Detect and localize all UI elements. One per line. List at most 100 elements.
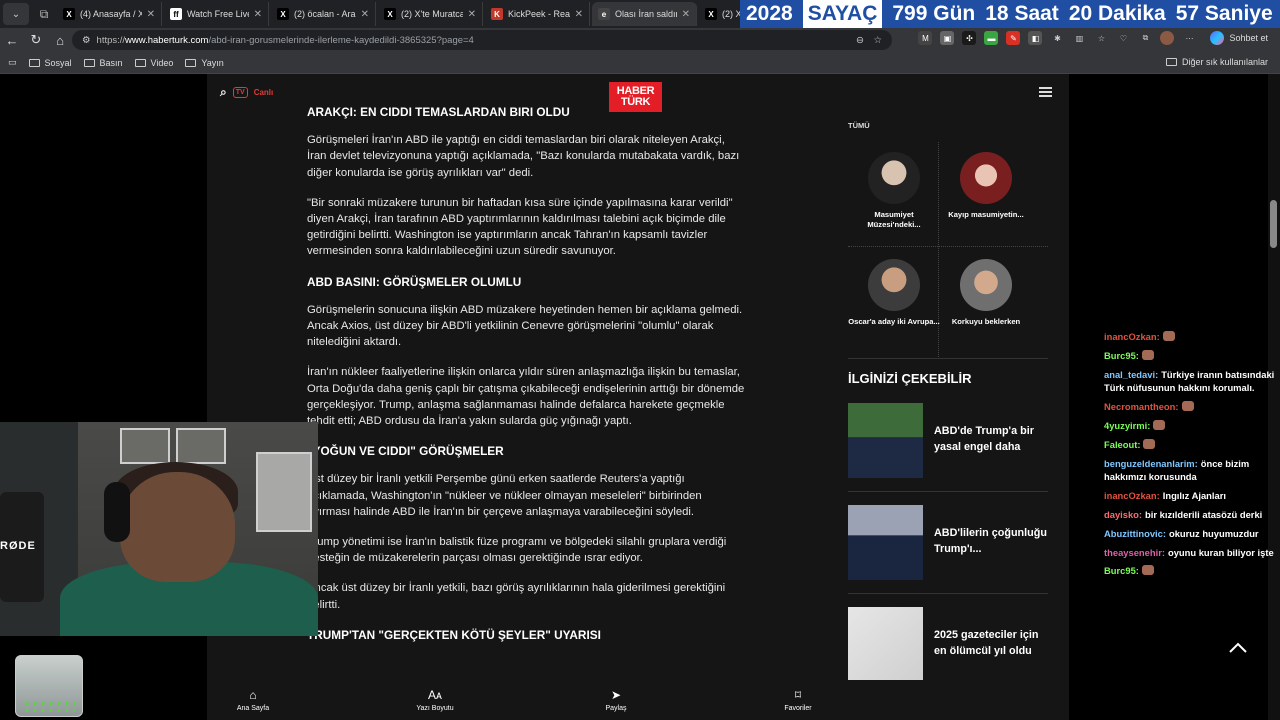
nav-label: Favoriler — [784, 705, 812, 712]
article-body: ARAKÇI: EN CIDDI TEMASLARDAN BIRI OLDU G… — [307, 104, 747, 655]
extension-icon[interactable]: ▣ — [940, 31, 955, 45]
close-tab-icon[interactable]: ✕ — [254, 9, 262, 20]
home-icon: ⌂ — [249, 688, 257, 702]
bookmark-folder-sosyal[interactable]: Sosyal — [28, 58, 72, 68]
search-icon[interactable]: ⌕ — [220, 85, 227, 100]
address-toolbar: ← ↻ ⌂ ⚙ https://www.haberturk.com/abd-ir… — [0, 28, 1280, 52]
chat-emote-icon — [1181, 401, 1194, 412]
browser-tab[interactable]: X (2) öcalan - Arama / ✕ — [271, 2, 376, 26]
chat-username[interactable]: inancOzkan: — [1104, 331, 1160, 342]
extension-icon[interactable]: ✣ — [962, 31, 977, 45]
browser-tab[interactable]: ff Watch Free Live ✕ — [164, 2, 269, 26]
extension-icon[interactable]: M — [918, 31, 933, 45]
x-logo-icon: X — [63, 8, 75, 20]
bookmarks-toggle-icon[interactable]: ▭ — [8, 57, 17, 68]
close-tab-icon[interactable]: ✕ — [361, 9, 369, 20]
scrollbar-thumb[interactable] — [1270, 200, 1277, 248]
tv-icon[interactable]: TV — [232, 87, 248, 98]
chat-username[interactable]: anal_tedavi: — [1104, 369, 1158, 380]
chat-username[interactable]: Burc95: — [1104, 565, 1139, 576]
author-photo — [960, 152, 1012, 204]
favorites-icon[interactable]: ☆ — [1094, 31, 1108, 45]
tab-actions-menu-button[interactable]: ⌄ — [3, 3, 29, 25]
divider — [848, 358, 1048, 359]
news-thumbnail — [848, 403, 923, 478]
chat-text: oyunu kuran biliyor işte — [1167, 546, 1274, 558]
microphone-brand: RØDE — [0, 540, 36, 552]
browser-tab[interactable]: X (4) Anasayfa / X ✕ — [57, 2, 162, 26]
back-button[interactable]: ← — [0, 28, 24, 52]
wall-frame — [176, 428, 226, 464]
url-scheme: https:// — [96, 34, 126, 46]
collections-icon[interactable]: ⧉ — [1138, 31, 1152, 45]
news-item[interactable]: 2025 gazeteciler için en ölümcül yıl old… — [848, 607, 1048, 683]
heart-icon[interactable]: ♡ — [1116, 31, 1130, 45]
site-info-icon[interactable]: ⚙ — [82, 35, 91, 46]
bookmark-folder-basin[interactable]: Basın — [83, 58, 123, 68]
close-tab-icon[interactable]: ✕ — [147, 9, 155, 20]
author-card[interactable]: Kayıp masumiyetin... — [940, 142, 1032, 220]
address-bar[interactable]: ⚙ https://www.haberturk.com/abd-iran-gor… — [72, 30, 892, 50]
chat-username[interactable]: theaysenehir: — [1104, 547, 1165, 558]
nav-favorites[interactable]: ⌑ Favoriler — [758, 688, 838, 712]
nav-font-size[interactable]: Aᴀ Yazı Boyutu — [395, 688, 475, 712]
workspaces-icon[interactable]: ⧉ — [33, 3, 55, 25]
x-logo-icon: X — [277, 8, 289, 20]
chat-message: inancOzkan: — [1104, 330, 1276, 344]
news-item[interactable]: ABD'lilerin çoğunluğu Trump'ı... — [848, 505, 1048, 581]
chat-username[interactable]: benguzeldenanlarim: — [1104, 458, 1198, 469]
close-tab-icon[interactable]: ✕ — [468, 9, 476, 20]
extension-icon[interactable]: ✎ — [1006, 31, 1021, 45]
author-card-title: Korkuyu beklerken — [951, 317, 1021, 326]
author-card[interactable]: Korkuyu beklerken — [940, 249, 1032, 327]
counter-hours: 18 Saat — [985, 2, 1059, 25]
news-item[interactable]: ABD'de Trump'a bir yasal engel daha — [848, 403, 1048, 479]
bookmark-folder-video[interactable]: Video — [134, 58, 173, 68]
more-menu-icon[interactable]: ⋯ — [1182, 31, 1196, 45]
tab-title: Watch Free Live — [187, 9, 249, 19]
favorite-star-icon[interactable]: ☆ — [873, 35, 882, 46]
live-link[interactable]: Canlı — [254, 88, 274, 97]
browser-tab[interactable]: e Olası İran saldırısı y ✕ — [592, 2, 697, 26]
chat-username[interactable]: 4yuzyirmi: — [1104, 420, 1150, 431]
chat-emote-icon — [1141, 565, 1154, 576]
copilot-chat-button[interactable]: Sohbet et — [1210, 31, 1268, 45]
stream-logo-icon: ff — [170, 8, 182, 20]
scroll-to-top-icon[interactable] — [1228, 640, 1248, 656]
nav-share[interactable]: ➤ Paylaş — [576, 688, 656, 712]
extension-icon[interactable]: ▬ — [984, 31, 999, 45]
tab-title: (4) Anasayfa / X — [80, 9, 142, 19]
other-bookmarks[interactable]: Diğer sık kullanılanlar — [1165, 57, 1268, 67]
author-card[interactable]: Oscar'a aday iki Avrupa... — [848, 249, 940, 327]
chat-username[interactable]: dayisko: — [1104, 509, 1142, 520]
extension-icon[interactable]: ◧ — [1028, 31, 1043, 45]
folder-icon — [83, 58, 95, 67]
sidebar-section-title: İLGİNİZİ ÇEKEBİLİR — [848, 371, 972, 386]
extensions-puzzle-icon[interactable]: ✱ — [1050, 31, 1064, 45]
nav-home[interactable]: ⌂ Ana Sayfa — [213, 688, 293, 712]
chat-message: Burc95: — [1104, 349, 1276, 363]
chat-username[interactable]: Burc95: — [1104, 350, 1139, 361]
e-logo-icon: e — [598, 8, 610, 20]
close-tab-icon[interactable]: ✕ — [575, 9, 583, 20]
profile-avatar[interactable] — [1160, 31, 1175, 45]
x-logo-icon: X — [384, 8, 396, 20]
browser-tab[interactable]: K KickPeek - Real-tim ✕ — [485, 2, 590, 26]
chat-emote-icon — [1153, 419, 1166, 430]
chat-username[interactable]: inancOzkan: — [1104, 490, 1160, 501]
bookmark-folder-yayin[interactable]: Yayın — [185, 58, 224, 68]
chat-username[interactable]: Faleout: — [1104, 439, 1140, 450]
home-button[interactable]: ⌂ — [48, 28, 72, 52]
close-tab-icon[interactable]: ✕ — [682, 9, 690, 20]
author-card[interactable]: Masumiyet Müzesi'ndeki... — [848, 142, 940, 230]
folder-icon — [185, 58, 197, 67]
reader-mode-icon[interactable]: ⊖ — [856, 35, 864, 46]
browser-tab[interactable]: X (2) X'te Muratcan Al ✕ — [378, 2, 483, 26]
chat-message: Abuzittinovic: okuruz huyumuzdur — [1104, 527, 1276, 541]
chat-username[interactable]: Necromantheon: — [1104, 401, 1179, 412]
refresh-button[interactable]: ↻ — [24, 28, 48, 52]
chat-username[interactable]: Abuzittinovic: — [1104, 528, 1166, 539]
split-screen-icon[interactable]: ▥ — [1072, 31, 1086, 45]
all-authors-link[interactable]: TÜMÜ — [848, 121, 870, 130]
chat-message: 4yuzyirmi: — [1104, 419, 1276, 433]
